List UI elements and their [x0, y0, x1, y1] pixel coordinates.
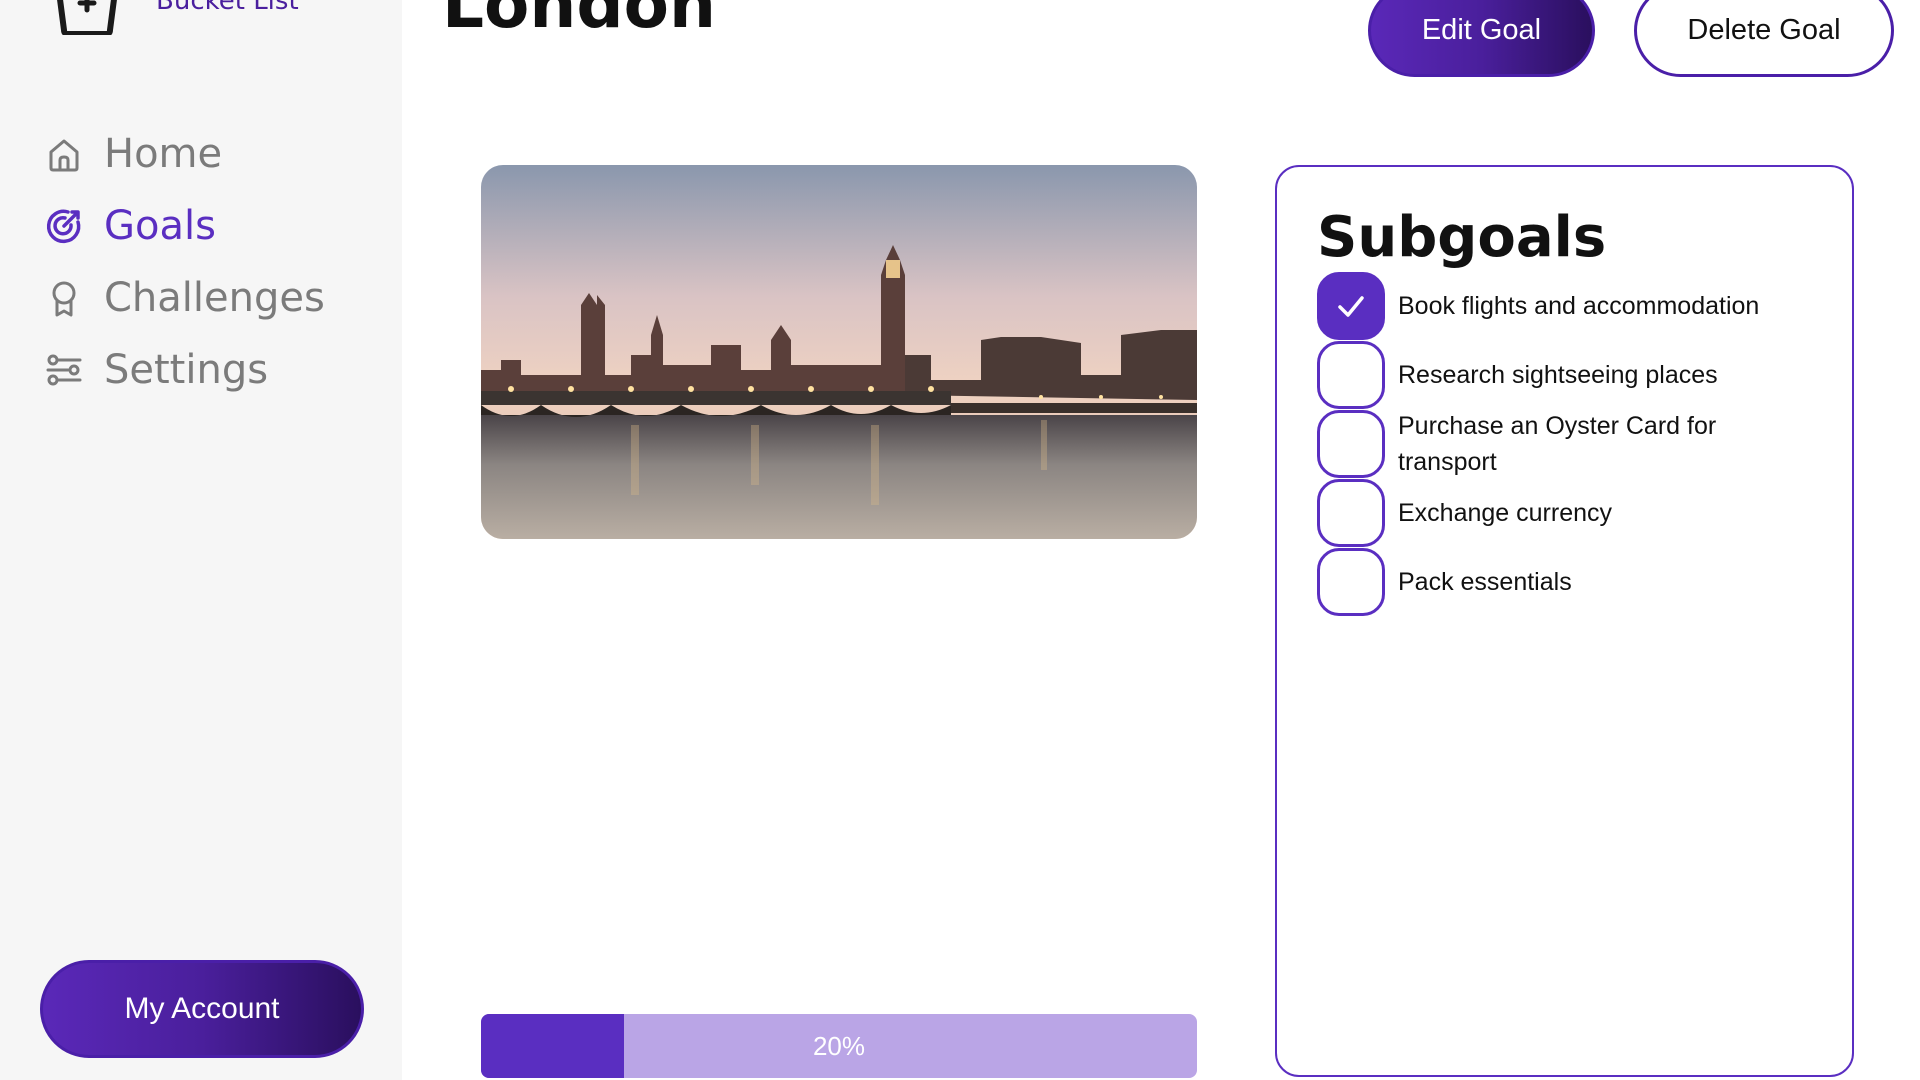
goals-icon [44, 206, 84, 246]
subgoal-label: Exchange currency [1398, 498, 1613, 527]
app-name: Bucket List [156, 0, 299, 16]
list-item: Exchange currency [1317, 478, 1837, 547]
list-item: Book flights and accommodation [1317, 271, 1837, 340]
subgoals-panel: Subgoals Book flights and accommodation … [1275, 165, 1854, 1077]
progress-label: 20% [812, 1030, 866, 1061]
sidebar-nav: Home Goals Challenges Settings [44, 118, 325, 406]
subgoal-label: Pack essentials [1398, 567, 1572, 596]
list-item: Pack essentials [1317, 547, 1837, 616]
subgoal-checkbox[interactable] [1317, 409, 1385, 478]
award-icon [44, 278, 84, 318]
sidebar-item-label: Goals [104, 203, 216, 249]
list-item: Purchase an Oyster Card for transport [1317, 409, 1837, 478]
sidebar-item-goals[interactable]: Goals [44, 190, 325, 262]
sidebar-item-home[interactable]: Home [44, 118, 325, 190]
delete-goal-button[interactable]: Delete Goal [1634, 0, 1894, 77]
goal-progress-bar: 20% [481, 1014, 1197, 1078]
sidebar-item-label: Home [104, 131, 223, 177]
edit-goal-button[interactable]: Edit Goal [1368, 0, 1595, 77]
my-account-button[interactable]: My Account [40, 960, 364, 1058]
goal-image [481, 165, 1197, 539]
subgoals-title: Subgoals [1317, 205, 1607, 270]
bucket-logo-icon [52, 0, 122, 37]
subgoal-label: Book flights and accommodation [1398, 291, 1760, 320]
list-item: Research sightseeing places [1317, 340, 1837, 409]
subgoal-checkbox[interactable] [1317, 340, 1385, 409]
home-icon [44, 134, 84, 174]
subgoal-checkbox[interactable] [1317, 478, 1385, 547]
sidebar-item-challenges[interactable]: Challenges [44, 262, 325, 334]
sidebar: Bucket List Home Goals Challenges Settin… [0, 0, 402, 1080]
sidebar-item-label: Settings [104, 347, 269, 393]
sidebar-item-label: Challenges [104, 275, 325, 321]
page-title: London [442, 0, 716, 43]
subgoal-checkbox[interactable] [1317, 271, 1385, 340]
subgoal-label: Purchase an Oyster Card for transport [1398, 411, 1717, 476]
check-icon [1338, 295, 1364, 317]
sidebar-item-settings[interactable]: Settings [44, 334, 325, 406]
subgoals-list: Book flights and accommodation Research … [1317, 271, 1837, 616]
subgoal-checkbox[interactable] [1317, 547, 1385, 616]
sliders-icon [44, 350, 84, 390]
subgoal-label: Research sightseeing places [1398, 360, 1718, 389]
